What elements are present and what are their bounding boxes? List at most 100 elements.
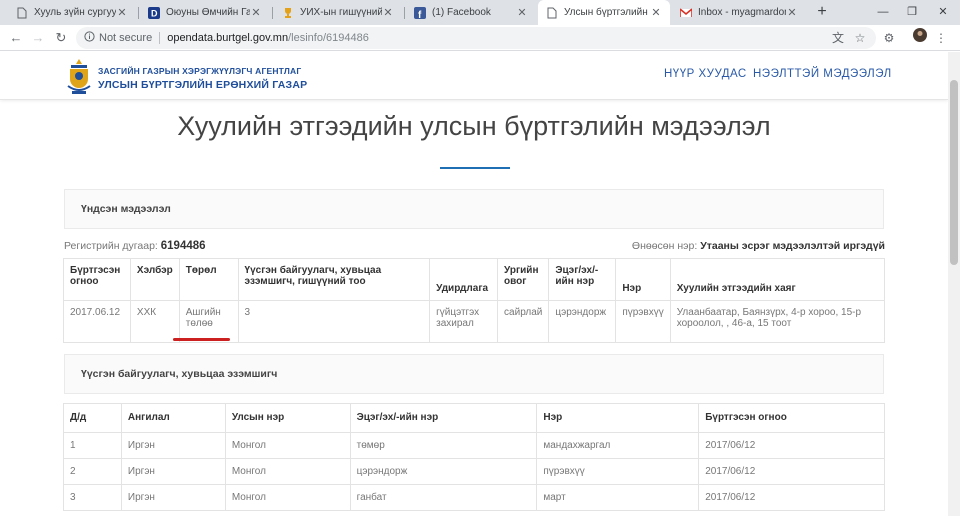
star-icon[interactable]: ☆ xyxy=(851,28,869,48)
tab-4[interactable]: f (1) Facebook ✕ xyxy=(406,0,536,25)
former-name-label: Өнөөсөн нэр: xyxy=(631,240,698,252)
registration-number: Регистрийн дугаар: 6194486 xyxy=(64,240,206,252)
forward-button[interactable]: → xyxy=(29,28,47,48)
d-logo-icon: D xyxy=(148,6,160,19)
nav-open-data[interactable]: НЭЭЛТТЭЙ МЭДЭЭЛЭЛ xyxy=(753,68,892,80)
tab-5-active[interactable]: Улсын бүртгэлийн ерө ✕ xyxy=(538,0,670,25)
close-icon[interactable]: ✕ xyxy=(116,6,128,19)
section-founders: Үүсгэн байгуулагч, хувьцаа эзэмшигч xyxy=(64,354,884,394)
tab-separator xyxy=(138,7,139,19)
table-cell: ХХК xyxy=(129,300,180,343)
table-cell: пүрэвхүү xyxy=(615,300,671,343)
table-cell: цэрэндорж xyxy=(548,300,617,343)
table-cell: цэрэндорж xyxy=(349,458,538,485)
column-header: Нэр xyxy=(536,403,700,433)
close-icon[interactable]: ✕ xyxy=(250,6,262,19)
svg-text:D: D xyxy=(151,8,158,18)
table-cell: ганбат xyxy=(349,484,538,511)
table-cell: Монгол xyxy=(224,432,351,459)
extensions-icon[interactable]: ⚙ xyxy=(880,28,898,48)
close-icon[interactable]: ✕ xyxy=(516,6,528,19)
tab-title: Inbox - myagmardorj97 xyxy=(698,7,786,18)
column-header: Д/д xyxy=(63,403,122,433)
nav-home[interactable]: НҮҮР ХУУДАС xyxy=(664,68,747,80)
table-row: 1 Иргэн Монгол төмөр мандахжаргал 2017/0… xyxy=(63,432,885,459)
column-header: Үүсгэн байгуулагч, хувьцаа эзэмшигч, гиш… xyxy=(237,258,431,301)
table-cell: Улаанбаатар, Баянзүрх, 4-р хороо, 15-р х… xyxy=(669,300,886,343)
table-cell: 3 xyxy=(63,484,122,511)
table-cell: төмөр xyxy=(349,432,538,459)
agency-logo-icon[interactable] xyxy=(66,58,92,96)
menu-icon[interactable]: ⋮ xyxy=(932,28,950,48)
table-cell: 2 xyxy=(63,458,122,485)
address-bar[interactable]: Not secure opendata.burtgel.gov.mn/lesin… xyxy=(76,27,876,49)
new-tab-button[interactable]: + xyxy=(812,2,832,22)
page-title: Хуулийн этгээдийн улсын бүртгэлийн мэдээ… xyxy=(177,111,771,141)
close-icon[interactable]: ✕ xyxy=(786,6,798,19)
tab-title: Улсын бүртгэлийн ерө xyxy=(564,7,650,18)
gmail-icon xyxy=(680,7,692,19)
tab-1[interactable]: Хууль зүйн сургуулийн ✕ xyxy=(8,0,136,25)
column-header: Улсын нэр xyxy=(224,403,351,433)
basic-info-table: Бүртгэсэн огноо Хэлбэр Төрөл Үүсгэн байг… xyxy=(63,258,886,343)
reg-label: Регистрийн дугаар: xyxy=(64,240,158,252)
info-icon[interactable] xyxy=(84,31,95,45)
table-cell: Монгол xyxy=(224,484,351,511)
trophy-icon xyxy=(282,7,294,19)
table-cell: 3 xyxy=(237,300,431,343)
section-basic-info: Үндсэн мэдээлэл xyxy=(64,189,884,229)
document-icon xyxy=(546,7,558,19)
tab-title: Хууль зүйн сургуулийн xyxy=(34,7,116,18)
reload-button[interactable]: ↻ xyxy=(52,28,70,48)
tab-6[interactable]: Inbox - myagmardorj97 ✕ xyxy=(672,0,806,25)
reg-value: 6194486 xyxy=(160,240,206,252)
column-header: Удирдлага xyxy=(429,258,499,301)
document-icon xyxy=(16,7,28,19)
former-name-value: Утааны эсрэг мэдээлэлтэй иргэдүй xyxy=(700,240,885,252)
tab-2[interactable]: D Оюуны Өмчийн Газар ✕ xyxy=(140,0,270,25)
table-cell: сайрлай xyxy=(497,300,550,343)
title-divider xyxy=(440,167,510,169)
table-cell: 1 xyxy=(63,432,122,459)
table-cell: пүрэвхүү xyxy=(536,458,700,485)
table-cell: Иргэн xyxy=(120,432,226,459)
site-header: ЗАСГИЙН ГАЗРЫН ХЭРЭГЖҮҮЛЭГЧ АГЕНТЛАГ УЛС… xyxy=(0,52,948,100)
restore-button[interactable]: ❐ xyxy=(897,0,927,25)
page-scrollbar[interactable] xyxy=(948,52,960,516)
tab-3[interactable]: УИХ-ын гишүүний гор ✕ xyxy=(274,0,402,25)
founders-table: Д/д Ангилал Улсын нэр Эцэг/эх/-ийн нэр Н… xyxy=(63,403,885,511)
table-row: 3 Иргэн Монгол ганбат март 2017/06/12 xyxy=(63,484,885,511)
column-header: Хуулийн этгээдийн хаяг xyxy=(669,258,886,301)
column-header: Бүртгэсэн огноо xyxy=(698,403,885,433)
close-icon[interactable]: ✕ xyxy=(650,6,662,19)
tab-title: Оюуны Өмчийн Газар xyxy=(166,7,250,18)
table-row: 2017.06.12 ХХК Ашгийн төлөө 3 гүйцэтгэх … xyxy=(63,300,886,343)
table-cell: Иргэн xyxy=(120,458,226,485)
browser-toolbar: ← → ↻ Not secure opendata.burtgel.gov.mn… xyxy=(0,25,960,51)
translate-icon[interactable]: 文 xyxy=(829,28,847,48)
url-path: /lesinfo/6194486 xyxy=(288,32,369,44)
table-cell: Иргэн xyxy=(120,484,226,511)
section-title: Үндсэн мэдээлэл xyxy=(81,203,171,215)
table-header-row: Д/д Ангилал Улсын нэр Эцэг/эх/-ийн нэр Н… xyxy=(63,403,885,433)
scrollbar-thumb[interactable] xyxy=(950,80,958,265)
former-name: Өнөөсөн нэр: Утааны эсрэг мэдээлэлтэй ир… xyxy=(632,240,885,252)
table-cell: 2017/06/12 xyxy=(698,484,885,511)
table-cell: Ашгийн төлөө xyxy=(178,300,239,343)
facebook-icon: f xyxy=(414,6,426,19)
table-row: 2 Иргэн Монгол цэрэндорж пүрэвхүү 2017/0… xyxy=(63,458,885,485)
back-button[interactable]: ← xyxy=(7,28,25,48)
table-cell: 2017.06.12 xyxy=(63,300,131,343)
column-header: Эцэг/эх/-ийн нэр xyxy=(349,403,538,433)
section-title: Үүсгэн байгуулагч, хувьцаа эзэмшигч xyxy=(81,368,278,380)
avatar[interactable] xyxy=(911,28,929,48)
close-icon[interactable]: ✕ xyxy=(382,6,394,19)
column-header: Ургийн овог xyxy=(497,258,550,301)
window-close-button[interactable]: ✕ xyxy=(928,0,958,25)
minimize-button[interactable]: — xyxy=(868,0,898,25)
table-cell: 2017/06/12 xyxy=(698,432,885,459)
security-label: Not secure xyxy=(99,32,153,44)
column-header: Ангилал xyxy=(120,403,226,433)
url-separator xyxy=(159,32,161,44)
tab-title: (1) Facebook xyxy=(432,7,491,18)
